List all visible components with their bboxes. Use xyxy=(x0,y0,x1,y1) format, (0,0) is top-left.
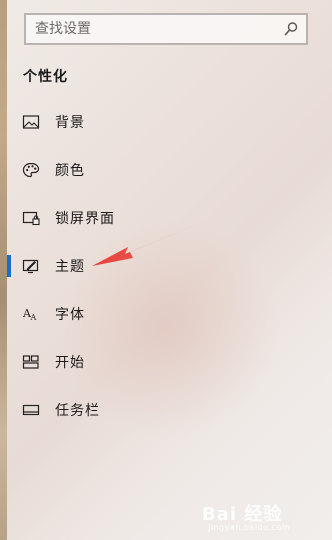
nav-item-lockscreen[interactable]: 锁屏界面 xyxy=(0,202,200,234)
nav-item-fonts[interactable]: A A 字体 xyxy=(0,298,200,330)
picture-icon xyxy=(22,115,40,129)
nav-label: 开始 xyxy=(55,355,85,371)
search-input[interactable] xyxy=(26,15,285,43)
taskbar-icon xyxy=(22,404,40,416)
nav-label: 任务栏 xyxy=(55,403,100,419)
nav-item-taskbar[interactable]: 任务栏 xyxy=(0,394,200,426)
nav-label: 背景 xyxy=(55,115,85,131)
active-indicator xyxy=(7,255,11,277)
theme-icon xyxy=(22,259,39,274)
nav-item-start[interactable]: 开始 xyxy=(0,346,200,378)
nav-item-colors[interactable]: 颜色 xyxy=(0,154,200,186)
nav-label: 主题 xyxy=(55,259,85,275)
nav-item-themes[interactable]: 主题 xyxy=(0,250,200,282)
page-title: 个性化 xyxy=(23,69,68,85)
svg-text:A: A xyxy=(30,313,37,322)
nav-item-background[interactable]: 背景 xyxy=(0,106,200,138)
watermark-url: jingyan.baidu.com xyxy=(208,523,291,532)
start-icon xyxy=(22,355,39,369)
search-box[interactable] xyxy=(24,13,308,45)
palette-icon xyxy=(22,162,40,178)
nav-label: 锁屏界面 xyxy=(55,211,115,227)
nav-label: 颜色 xyxy=(55,163,85,179)
watermark-logo: Bai 经验 jingyan.baidu.com xyxy=(202,500,324,536)
search-icon[interactable] xyxy=(283,21,299,37)
lockscreen-icon xyxy=(22,211,40,226)
nav-label: 字体 xyxy=(55,307,85,323)
font-icon: A A xyxy=(22,307,37,322)
